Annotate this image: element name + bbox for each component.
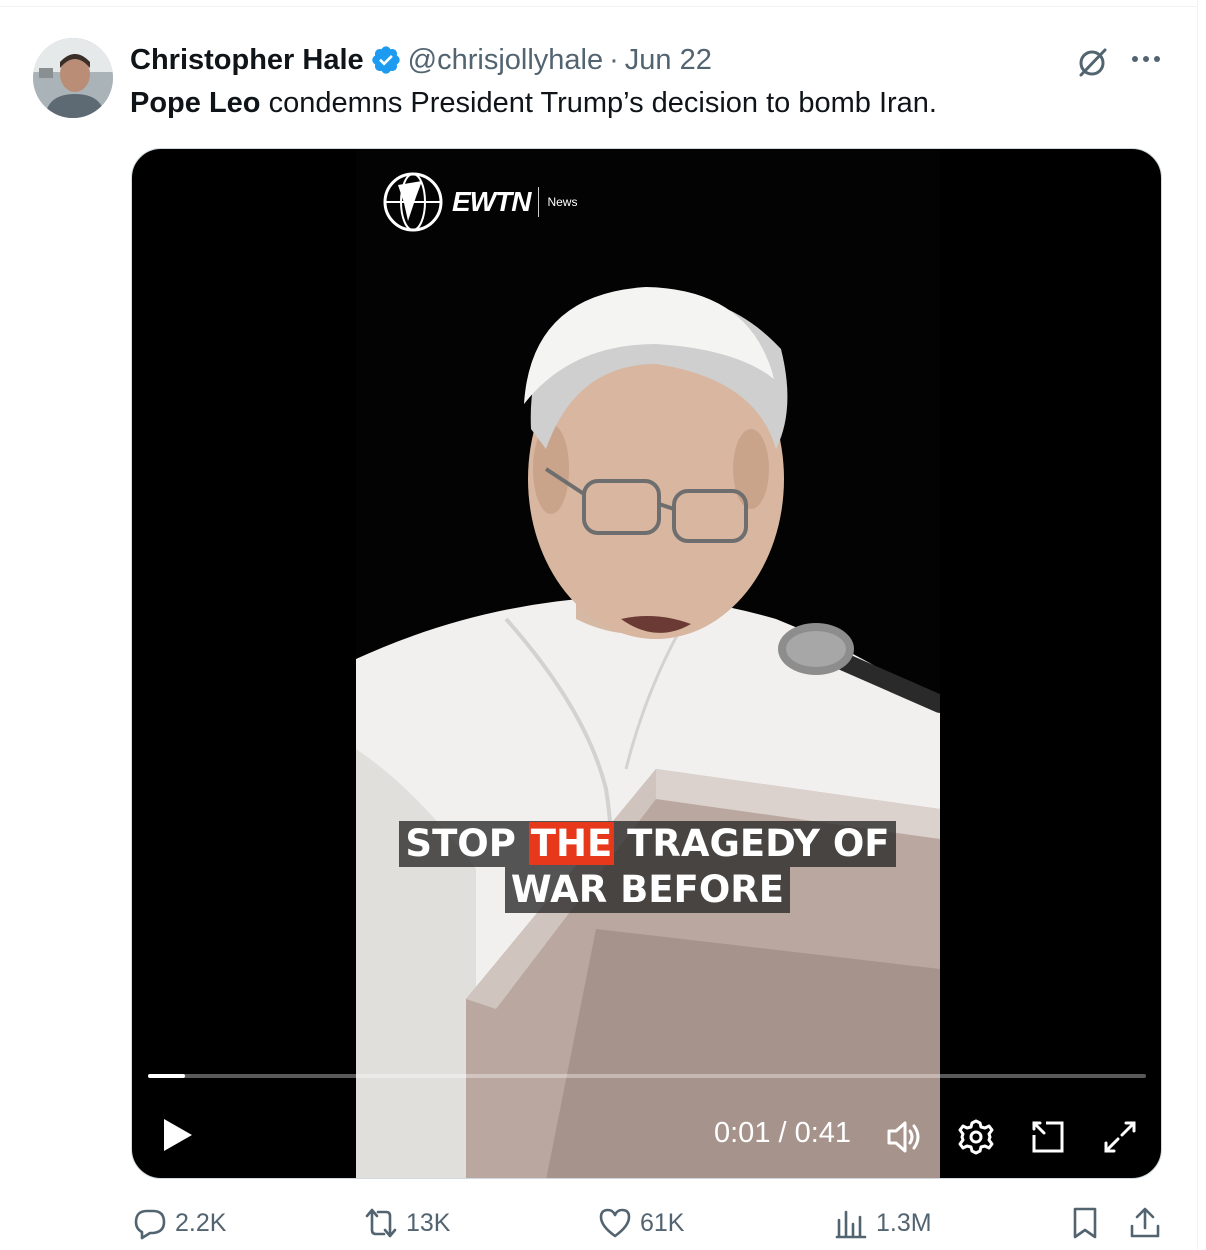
- repost-button[interactable]: 13K: [364, 1206, 450, 1240]
- views-icon: [835, 1210, 867, 1239]
- author-name[interactable]: Christopher Hale: [130, 44, 364, 77]
- tweet-header: Christopher Hale @chrisjollyhale · Jun 2…: [130, 40, 712, 80]
- video-caption: STOP THE TRAGEDY OF WAR BEFORE: [132, 821, 1161, 913]
- grok-icon[interactable]: [1074, 44, 1110, 80]
- globe-icon: [383, 172, 443, 232]
- volume-icon[interactable]: [884, 1117, 924, 1157]
- reply-icon: [134, 1209, 166, 1240]
- tweet-date[interactable]: Jun 22: [625, 44, 712, 77]
- caption-highlight: THE: [528, 822, 615, 865]
- reply-button[interactable]: 2.2K: [133, 1206, 226, 1240]
- video-player[interactable]: EWTN News STOP THE TRAGEDY OF WAR BEFORE…: [131, 148, 1162, 1179]
- bookmark-icon[interactable]: [1068, 1206, 1102, 1240]
- verified-icon[interactable]: [370, 44, 402, 76]
- logo-text: EWTN: [452, 186, 531, 217]
- video-progress-fill: [148, 1074, 185, 1078]
- author-handle[interactable]: @chrisjollyhale: [408, 44, 603, 77]
- caption-text: TRAGEDY OF: [614, 822, 890, 865]
- logo-divider: [538, 187, 540, 217]
- settings-icon[interactable]: [956, 1117, 996, 1157]
- caption-line-2: WAR BEFORE: [504, 867, 791, 913]
- reply-count: 2.2K: [175, 1208, 227, 1237]
- caption-text: STOP: [405, 822, 529, 865]
- repost-icon: [365, 1208, 397, 1238]
- play-icon[interactable]: [156, 1115, 196, 1155]
- views-count: 1.3M: [876, 1208, 932, 1237]
- fullscreen-icon[interactable]: [1100, 1117, 1140, 1157]
- avatar-photo: [33, 38, 113, 118]
- video-frame: [356, 149, 940, 1178]
- video-progress-bar[interactable]: [148, 1074, 1146, 1078]
- video-scene: [356, 149, 940, 1178]
- tweet-text: Pope Leo condemns President Trump’s deci…: [130, 84, 937, 122]
- ewtn-logo: EWTN News: [382, 171, 577, 233]
- frame-right-border: [1197, 0, 1198, 1250]
- views-button[interactable]: 1.3M: [834, 1206, 932, 1240]
- tweet-mention[interactable]: Pope Leo: [130, 87, 261, 119]
- like-icon: [599, 1208, 631, 1238]
- like-count: 61K: [640, 1208, 685, 1237]
- frame-top-border: [0, 6, 1197, 7]
- repost-count: 13K: [406, 1208, 451, 1237]
- header-separator: ·: [609, 43, 619, 76]
- caption-line-1: STOP THE TRAGEDY OF: [399, 821, 896, 867]
- share-icon[interactable]: [1128, 1206, 1162, 1240]
- tweet-body: condemns President Trump’s decision to b…: [260, 87, 937, 119]
- avatar[interactable]: [33, 38, 113, 118]
- logo-subtitle: News: [547, 195, 578, 209]
- more-icon[interactable]: [1128, 44, 1164, 74]
- like-button[interactable]: 61K: [598, 1206, 684, 1240]
- pip-icon[interactable]: [1028, 1117, 1068, 1157]
- action-bar: 2.2K 13K 61K 1.3M: [0, 1200, 1206, 1250]
- video-time: 0:01 / 0:41: [714, 1117, 852, 1149]
